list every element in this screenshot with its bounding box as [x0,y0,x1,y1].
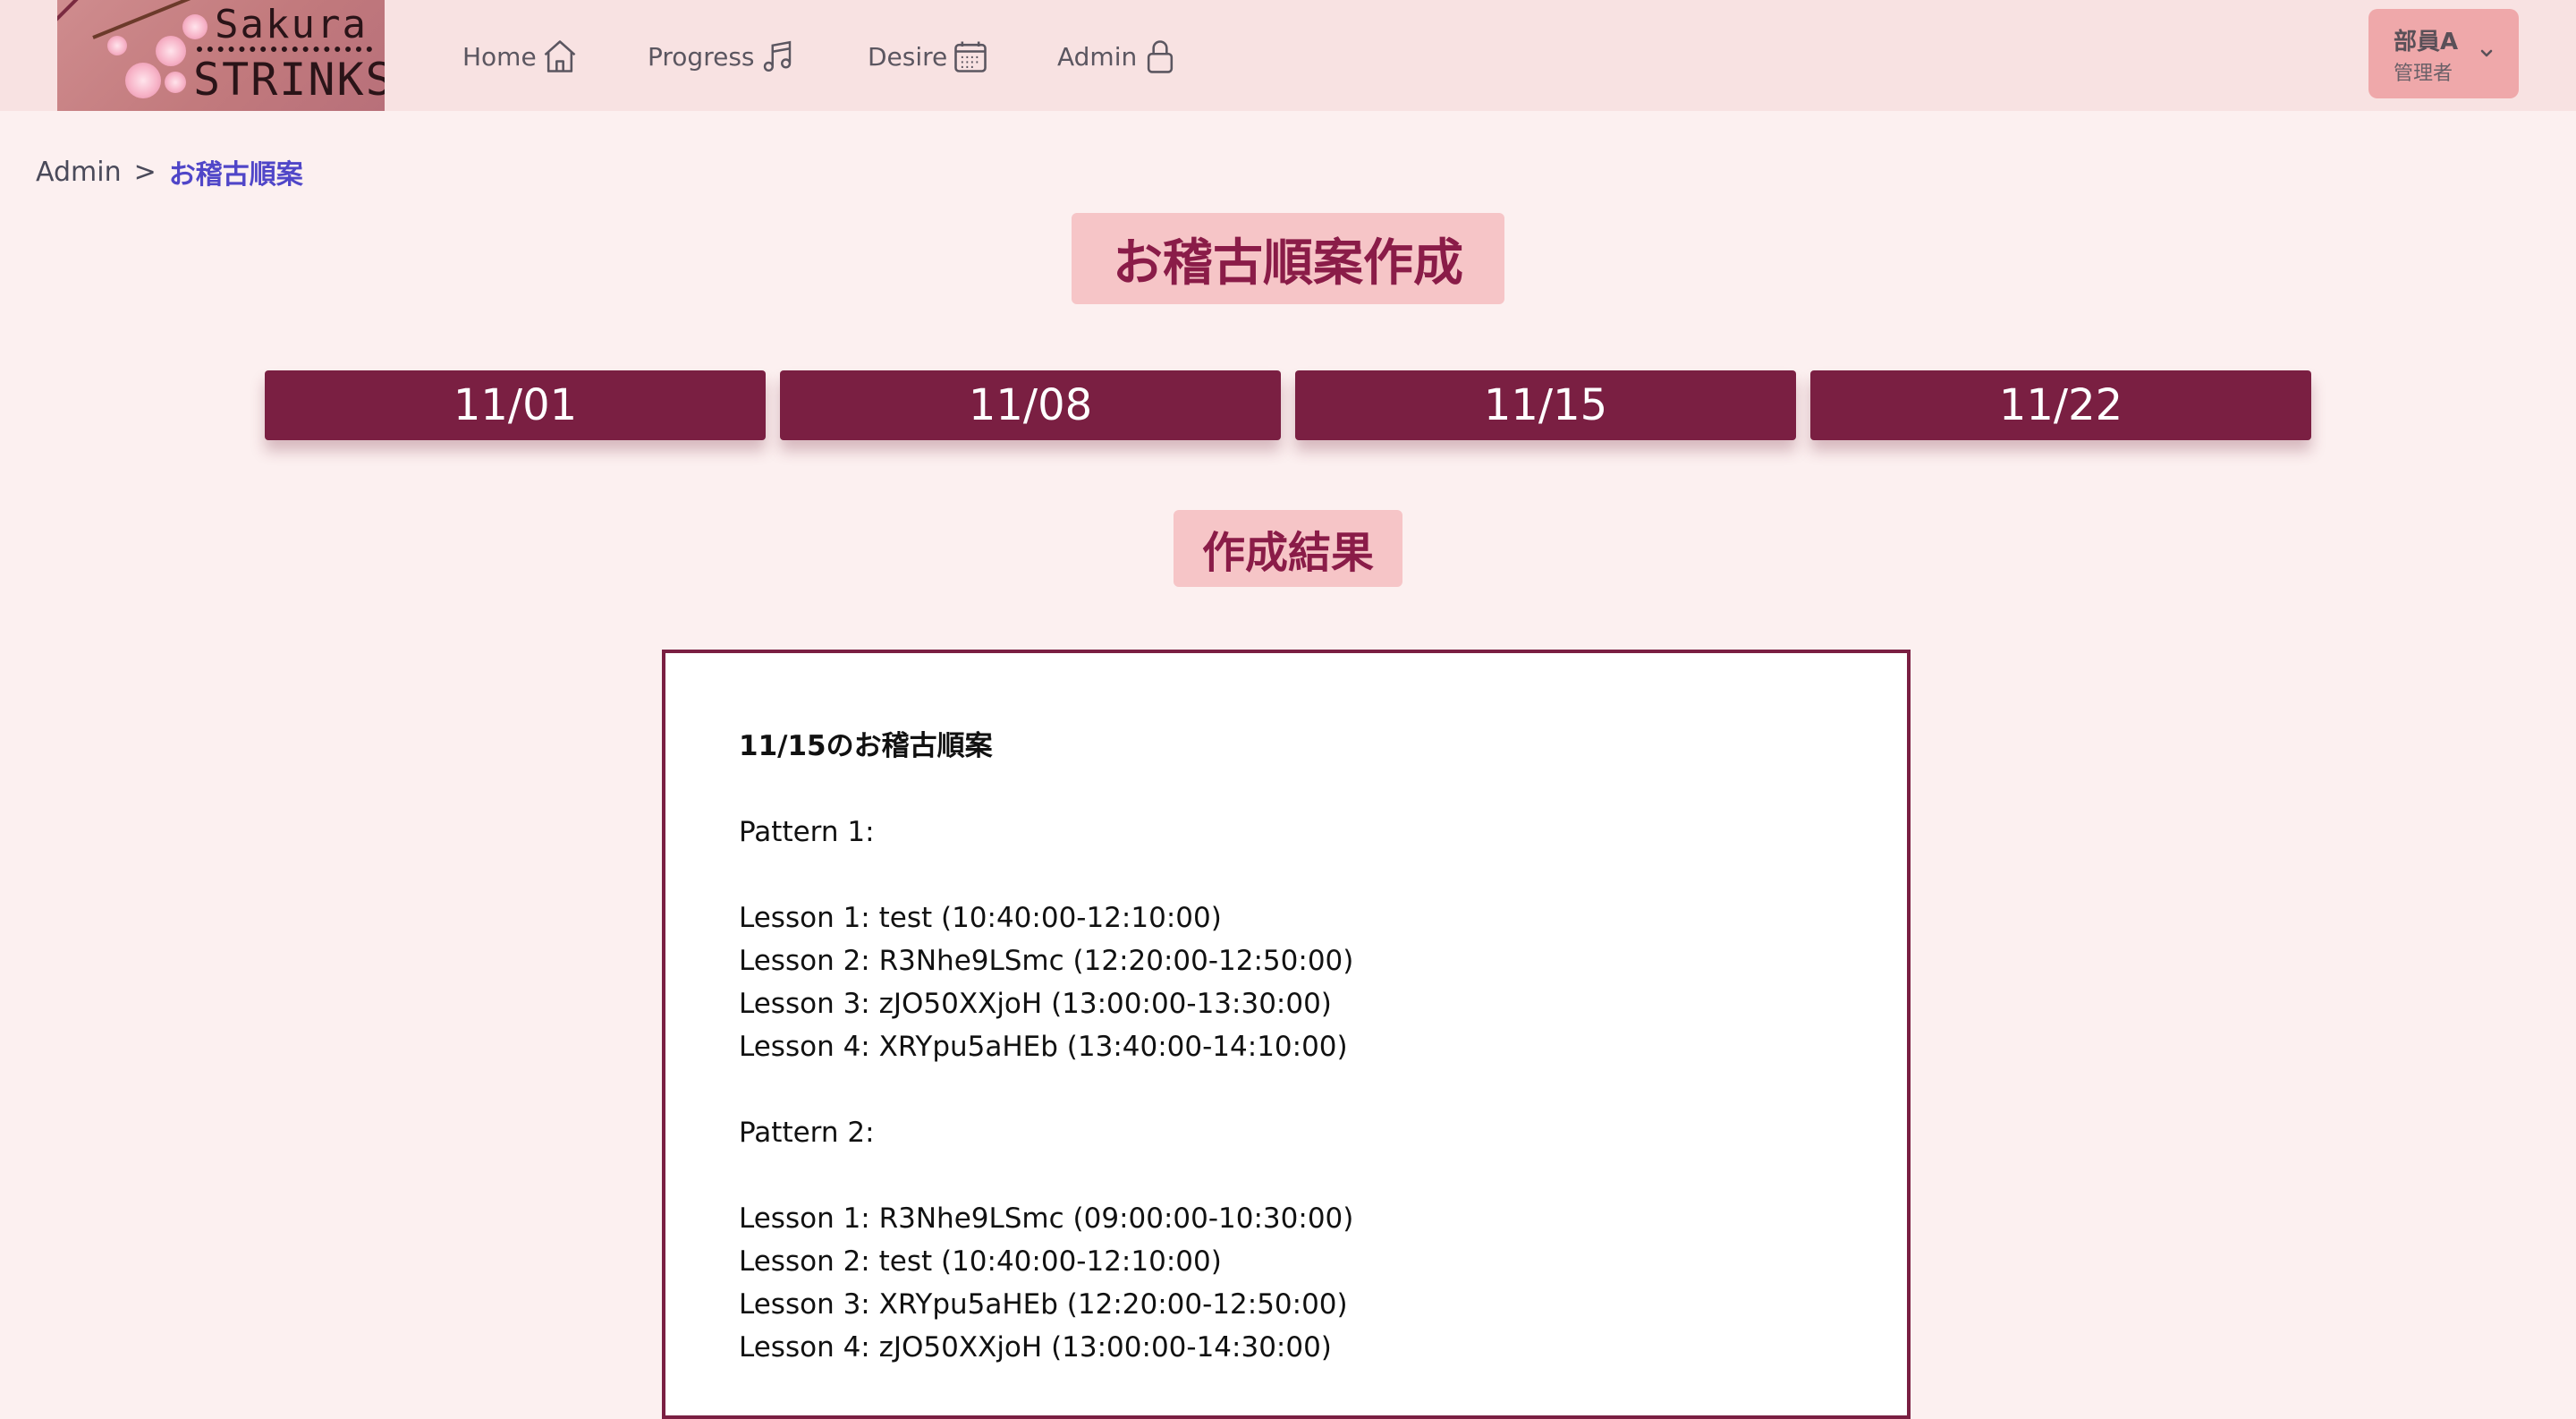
nav-progress-label: Progress [648,41,755,72]
lesson-line: Lesson 3: zJO50XXjoH (13:00:00-13:30:00) [739,988,1332,1020]
calendar-icon [954,41,987,72]
nav-desire-label: Desire [868,41,948,72]
logo-blossom [182,14,208,39]
nav-admin[interactable]: Admin [1057,34,1180,79]
logo-blossom [165,72,186,93]
breadcrumb: Admin > お稽古順案 [36,152,303,191]
result-section-label: 作成結果 [1174,510,1402,587]
nav-home-label: Home [462,41,537,72]
pattern-label: Pattern 2: [739,1117,875,1149]
nav-progress[interactable]: Progress [648,34,796,79]
result-text: 11/15のお稽古順案 Pattern 1: Lesson 1: test (1… [739,725,1353,1369]
date-button-1115[interactable]: 11/15 [1295,370,1796,440]
app-logo[interactable]: Sakura STRINKS [57,0,385,111]
music-note-icon [763,40,791,72]
lesson-line: Lesson 2: R3Nhe9LSmc (12:20:00-12:50:00) [739,945,1354,977]
nav-home[interactable]: Home [462,34,580,79]
lesson-line: Lesson 4: zJO50XXjoH (13:00:00-14:30:00) [739,1331,1332,1364]
logo-blossom [125,63,161,98]
pattern-label: Pattern 1: [739,816,875,848]
nav-desire[interactable]: Desire [868,34,990,79]
breadcrumb-current[interactable]: お稽古順案 [169,152,303,191]
logo-blossom [107,36,127,55]
logo-stripe [57,0,108,3]
logo-dots [197,47,372,52]
user-role: 管理者 [2394,63,2453,85]
chevron-down-icon [2480,49,2493,57]
lesson-line: Lesson 3: XRYpu5aHEb (12:20:00-12:50:00) [739,1288,1348,1321]
logo-text-top: Sakura [215,2,368,47]
date-button-1108[interactable]: 11/08 [780,370,1281,440]
breadcrumb-separator: > [133,156,157,188]
date-button-1122[interactable]: 11/22 [1810,370,2311,440]
page-title: お稽古順案作成 [1072,213,1504,304]
lesson-line: Lesson 1: test (10:40:00-12:10:00) [739,902,1222,934]
lock-icon [1148,40,1174,73]
nav-admin-label: Admin [1057,41,1138,72]
user-name: 部員A [2394,29,2459,55]
home-icon [544,40,576,72]
date-button-1101[interactable]: 11/01 [265,370,766,440]
lesson-line: Lesson 2: test (10:40:00-12:10:00) [739,1245,1222,1278]
logo-blossom [156,36,186,66]
logo-text-bottom: STRINKS [193,54,385,106]
logo-branch [92,0,235,39]
result-output-panel: 11/15のお稽古順案 Pattern 1: Lesson 1: test (1… [662,650,1911,1419]
lesson-line: Lesson 4: XRYpu5aHEb (13:40:00-14:10:00) [739,1031,1348,1063]
lesson-line: Lesson 1: R3Nhe9LSmc (09:00:00-10:30:00) [739,1202,1354,1235]
user-menu-button[interactable]: 部員A 管理者 [2368,9,2519,98]
logo-stripe [57,0,108,28]
result-heading: 11/15のお稽古順案 [739,730,993,762]
breadcrumb-admin-link[interactable]: Admin [36,157,122,188]
top-navbar: Sakura STRINKS Home Progress Desire Admi… [0,0,2576,111]
